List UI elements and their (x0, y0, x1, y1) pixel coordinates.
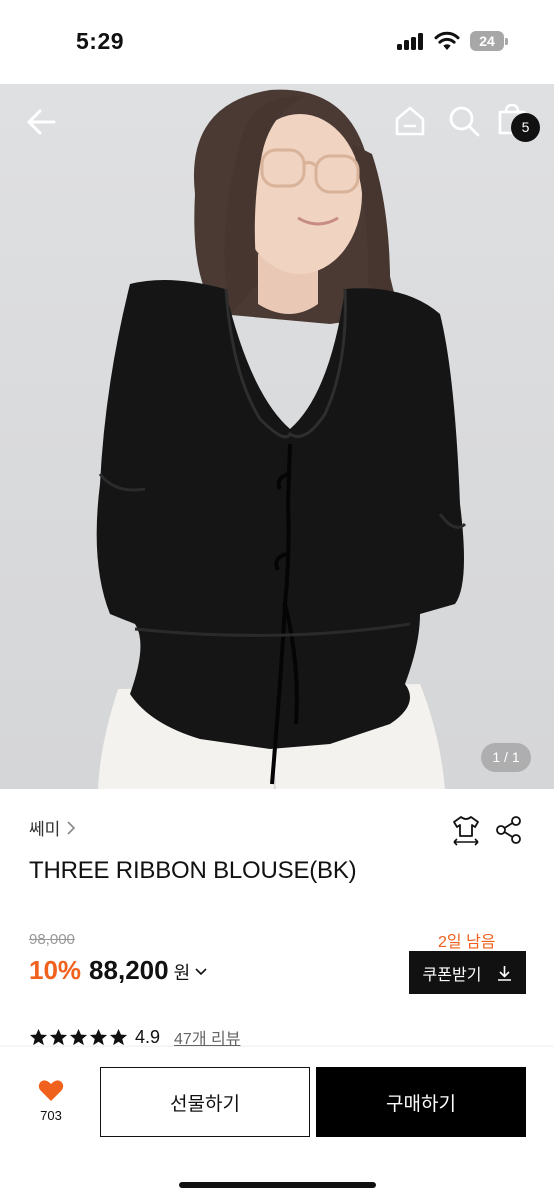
brand-name: 쎄미 (29, 820, 61, 839)
battery-level: 24 (470, 31, 504, 51)
star-icon (29, 1028, 48, 1045)
home-icon[interactable] (393, 104, 427, 138)
wifi-icon (434, 31, 460, 50)
share-icon[interactable] (494, 815, 524, 845)
home-indicator (179, 1182, 376, 1188)
chevron-down-icon (195, 968, 207, 976)
cellular-signal-icon (397, 33, 425, 50)
battery-icon: 24 (470, 31, 508, 51)
rating-row: 4.9 47개 리뷰 (29, 1025, 240, 1049)
coupon-download-button[interactable]: 쿠폰받기 (409, 951, 526, 994)
coupon-button-label: 쿠폰받기 (422, 966, 482, 984)
status-time: 5:29 (76, 28, 125, 54)
buy-button[interactable]: 구매하기 (316, 1067, 526, 1137)
review-link[interactable]: 47개 리뷰 (174, 1025, 240, 1049)
product-photo (96, 89, 467, 789)
discount-rate: 10% (29, 955, 82, 985)
gift-button[interactable]: 선물하기 (100, 1067, 310, 1137)
coupon-days-left: 2일 남음 (438, 934, 496, 951)
cart-count-badge: 5 (511, 113, 540, 142)
status-bar: 5:29 24 (0, 0, 554, 84)
buy-button-label: 구매하기 (386, 1093, 456, 1115)
bottom-action-bar: 703 선물하기 구매하기 (0, 1047, 554, 1200)
sale-price: 88,200 (89, 955, 169, 985)
download-icon (498, 965, 512, 981)
size-guide-icon[interactable] (451, 814, 481, 846)
price-dropdown[interactable]: 10% 88,200 원 (29, 955, 207, 986)
product-title: THREE RIBBON BLOUSE(BK) (29, 857, 357, 884)
like-count: 703 (40, 1108, 62, 1123)
search-icon[interactable] (447, 104, 481, 138)
brand-link[interactable]: 쎄미 (29, 815, 76, 840)
star-icon (69, 1028, 88, 1045)
back-arrow-icon[interactable] (24, 104, 60, 140)
heart-icon (38, 1080, 64, 1101)
star-icon (109, 1028, 128, 1045)
chevron-right-icon (67, 820, 76, 835)
currency-unit: 원 (173, 963, 191, 983)
rating-value: 4.9 (135, 1026, 161, 1047)
like-button[interactable]: 703 (28, 1079, 74, 1123)
product-image-gallery[interactable]: 5 1 / 1 (0, 84, 554, 789)
star-icon (89, 1028, 108, 1045)
image-page-indicator: 1 / 1 (481, 743, 531, 772)
star-icon (49, 1028, 68, 1045)
rating-stars (29, 1028, 128, 1047)
gift-button-label: 선물하기 (170, 1093, 240, 1115)
original-price: 98,000 (29, 931, 75, 948)
